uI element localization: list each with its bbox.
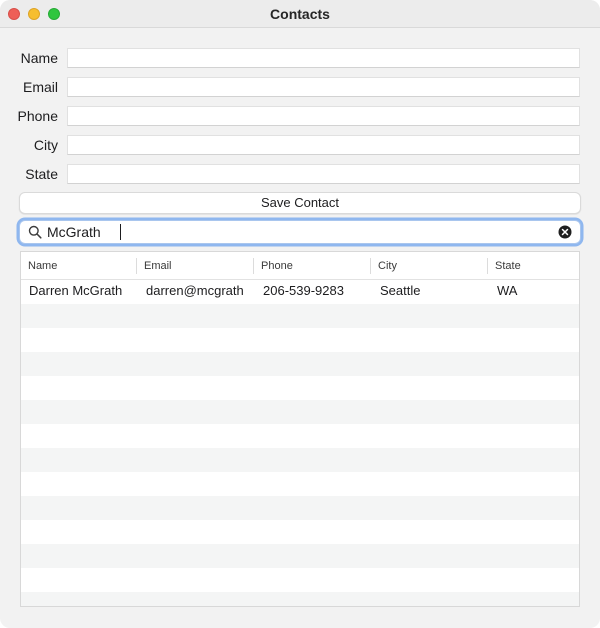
- state-label: State: [25, 166, 58, 182]
- empty-row: [21, 352, 579, 376]
- city-label: City: [33, 137, 58, 153]
- cell-phone: 206-539-9283: [263, 283, 344, 298]
- clear-x-circle-icon[interactable]: [558, 225, 572, 239]
- form-row-email: Email: [0, 77, 600, 97]
- column-header-city[interactable]: City: [371, 252, 488, 279]
- form-row-phone: Phone: [0, 106, 600, 126]
- form-row-name: Name: [0, 48, 600, 68]
- column-header-email[interactable]: Email: [137, 252, 254, 279]
- column-header-phone[interactable]: Phone: [254, 252, 371, 279]
- search-field[interactable]: [19, 220, 581, 244]
- magnifier-icon: [28, 225, 42, 239]
- empty-row: [21, 496, 579, 520]
- column-header-name[interactable]: Name: [21, 252, 137, 279]
- form-row-state: State: [0, 164, 600, 184]
- form-row-city: City: [0, 135, 600, 155]
- window-title: Contacts: [270, 6, 330, 22]
- phone-label: Phone: [17, 108, 58, 124]
- empty-row: [21, 472, 579, 496]
- save-contact-button[interactable]: Save Contact: [19, 192, 581, 214]
- empty-row: [21, 376, 579, 400]
- cell-state: WA: [497, 283, 518, 298]
- empty-row: [21, 424, 579, 448]
- contacts-table[interactable]: Name Email Phone City State Darren McGra…: [20, 251, 580, 607]
- empty-row: [21, 592, 579, 606]
- name-field[interactable]: [67, 48, 580, 68]
- column-header-state[interactable]: State: [488, 252, 579, 279]
- text-caret: [120, 224, 121, 240]
- empty-row: [21, 520, 579, 544]
- empty-row: [21, 328, 579, 352]
- empty-row: [21, 448, 579, 472]
- contacts-window: Contacts Name Email Phone City State Sav…: [0, 0, 600, 628]
- cell-city: Seattle: [380, 283, 421, 298]
- state-field[interactable]: [67, 164, 580, 184]
- city-field[interactable]: [67, 135, 580, 155]
- email-field[interactable]: [67, 77, 580, 97]
- cell-email: darren@mcgrath: [146, 283, 244, 298]
- name-label: Name: [20, 50, 58, 66]
- empty-row: [21, 400, 579, 424]
- table-header: Name Email Phone City State: [21, 252, 579, 280]
- phone-field[interactable]: [67, 106, 580, 126]
- empty-row: [21, 304, 579, 328]
- empty-row: [21, 544, 579, 568]
- title-bar[interactable]: Contacts: [0, 0, 600, 28]
- empty-row: [21, 568, 579, 592]
- table-body: Darren McGrath darren@mcgrath 206-539-92…: [21, 280, 579, 606]
- email-label: Email: [22, 79, 58, 95]
- cell-name: Darren McGrath: [29, 283, 123, 298]
- table-row[interactable]: Darren McGrath darren@mcgrath 206-539-92…: [21, 280, 579, 304]
- search-input[interactable]: [47, 222, 547, 242]
